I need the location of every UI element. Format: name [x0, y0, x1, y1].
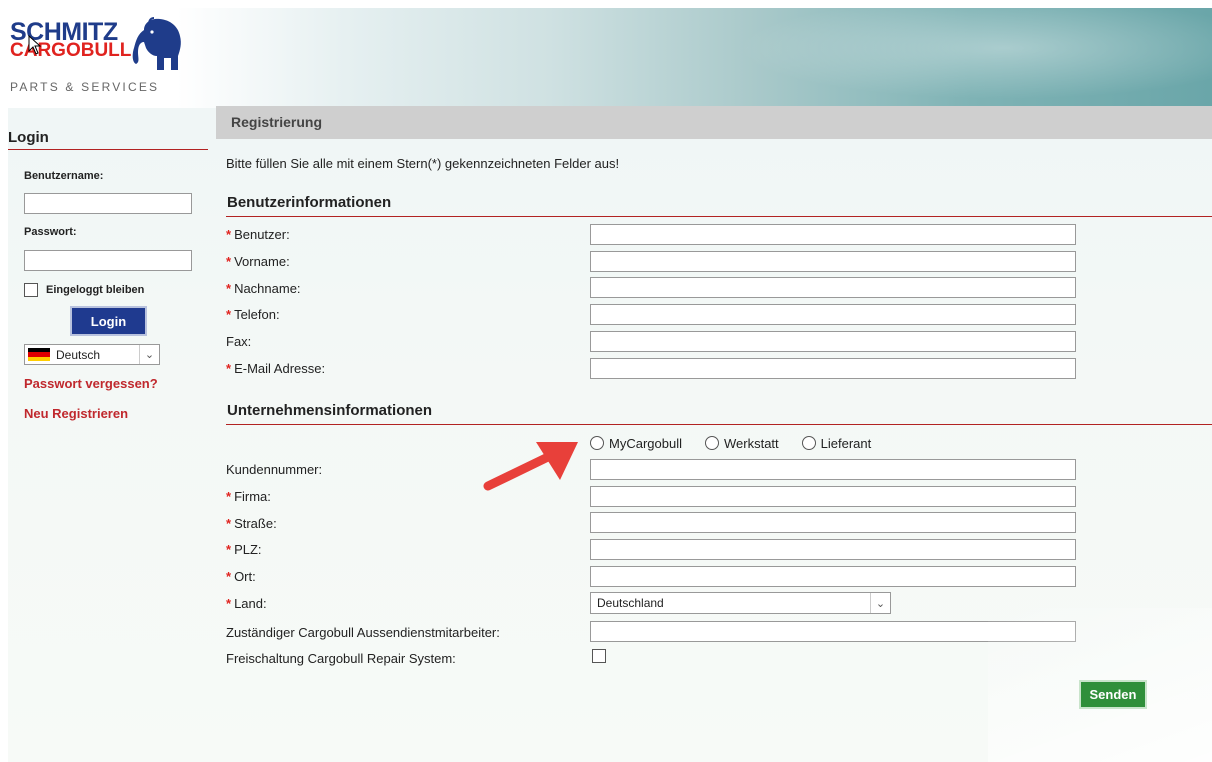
field-label-vorname: * Vorname:	[226, 254, 290, 269]
field-label-land: * Land:	[226, 596, 267, 611]
page: SCHMITZ CARGOBULL PARTS & SERVICES Login…	[8, 8, 1212, 762]
german-flag-icon	[28, 348, 50, 361]
plz-input[interactable]	[590, 539, 1076, 560]
annotation-arrow-icon	[483, 442, 578, 491]
radio-circle-icon[interactable]	[590, 436, 604, 450]
radio-circle-icon[interactable]	[704, 436, 719, 450]
benutzer-input[interactable]	[590, 224, 1076, 245]
section-company-info: Unternehmensinformationen	[226, 402, 1212, 425]
radio-circle-icon[interactable]	[801, 436, 816, 450]
field-label-plz: * PLZ:	[226, 542, 262, 557]
repair-system-checkbox[interactable]	[592, 649, 606, 663]
required-star-icon: *	[226, 281, 232, 296]
chevron-down-icon: ⌄	[139, 345, 159, 364]
intro-text: Bitte füllen Sie alle mit einem Stern(*)…	[226, 156, 620, 171]
email-input[interactable]	[590, 358, 1076, 379]
kundennummer-input[interactable]	[590, 459, 1076, 480]
required-star-icon: *	[226, 542, 232, 557]
password-input[interactable]	[24, 250, 192, 271]
field-label-strasse: * Straße:	[226, 516, 277, 531]
field-label-fax: Fax:	[226, 334, 252, 349]
header-banner: SCHMITZ CARGOBULL PARTS & SERVICES	[8, 8, 1212, 108]
page-title: Registrierung	[216, 106, 1212, 139]
chevron-down-icon: ⌄	[870, 593, 890, 613]
field-label-aussendienst: Zuständiger Cargobull Aussendienstmitarb…	[226, 625, 500, 640]
register-link[interactable]: Neu Registrieren	[24, 406, 128, 421]
required-star-icon: *	[226, 361, 232, 376]
required-star-icon: *	[226, 516, 232, 531]
forgot-password-link[interactable]: Passwort vergessen?	[24, 376, 158, 391]
password-label: Passwort:	[24, 226, 77, 238]
radio-lieferant[interactable]: Lieferant	[801, 436, 871, 451]
radio-werkstatt[interactable]: Werkstatt	[704, 436, 779, 451]
required-star-icon: *	[226, 489, 232, 504]
username-input[interactable]	[24, 193, 192, 214]
username-label: Benutzername:	[24, 170, 104, 182]
country-select[interactable]: Deutschland ⌄	[590, 592, 891, 614]
customer-type-radio-group: MyCargobull Werkstatt Lieferant	[590, 434, 894, 452]
mouse-cursor-icon	[28, 35, 42, 55]
vorname-input[interactable]	[590, 251, 1076, 272]
field-label-repair-system: Freischaltung Cargobull Repair System:	[226, 651, 456, 666]
required-star-icon: *	[226, 227, 232, 242]
required-star-icon: *	[226, 569, 232, 584]
field-label-email: * E-Mail Adresse:	[226, 361, 326, 376]
required-star-icon: *	[226, 307, 232, 322]
telefon-input[interactable]	[590, 304, 1076, 325]
login-sidebar: Login	[8, 126, 208, 150]
field-label-kundennummer: Kundennummer:	[226, 462, 323, 477]
radio-mycargobull[interactable]: MyCargobull	[590, 436, 682, 451]
login-button[interactable]: Login	[70, 306, 147, 336]
send-button[interactable]: Senden	[1079, 680, 1147, 709]
stay-logged-in-checkbox[interactable]	[24, 283, 38, 297]
field-label-nachname: * Nachname:	[226, 281, 301, 296]
section-user-info: Benutzerinformationen	[226, 194, 1212, 217]
logo-subtitle: PARTS & SERVICES	[10, 80, 160, 94]
ort-input[interactable]	[590, 566, 1076, 587]
country-value: Deutschland	[597, 596, 664, 610]
elephant-icon	[132, 17, 181, 70]
nachname-input[interactable]	[590, 277, 1076, 298]
firma-input[interactable]	[590, 486, 1076, 507]
stay-logged-in-label: Eingeloggt bleiben	[46, 284, 145, 296]
field-label-ort: * Ort:	[226, 569, 256, 584]
field-label-telefon: * Telefon:	[226, 307, 280, 322]
login-heading: Login	[8, 126, 208, 150]
required-star-icon: *	[226, 254, 232, 269]
field-label-firma: * Firma:	[226, 489, 271, 504]
fax-input[interactable]	[590, 331, 1076, 352]
strasse-input[interactable]	[590, 512, 1076, 533]
language-value: Deutsch	[56, 347, 101, 362]
required-star-icon: *	[226, 596, 232, 611]
field-label-benutzer: * Benutzer:	[226, 227, 290, 242]
brand-logo[interactable]: SCHMITZ CARGOBULL PARTS & SERVICES	[8, 14, 208, 100]
language-select[interactable]: Deutsch ⌄	[24, 344, 160, 365]
